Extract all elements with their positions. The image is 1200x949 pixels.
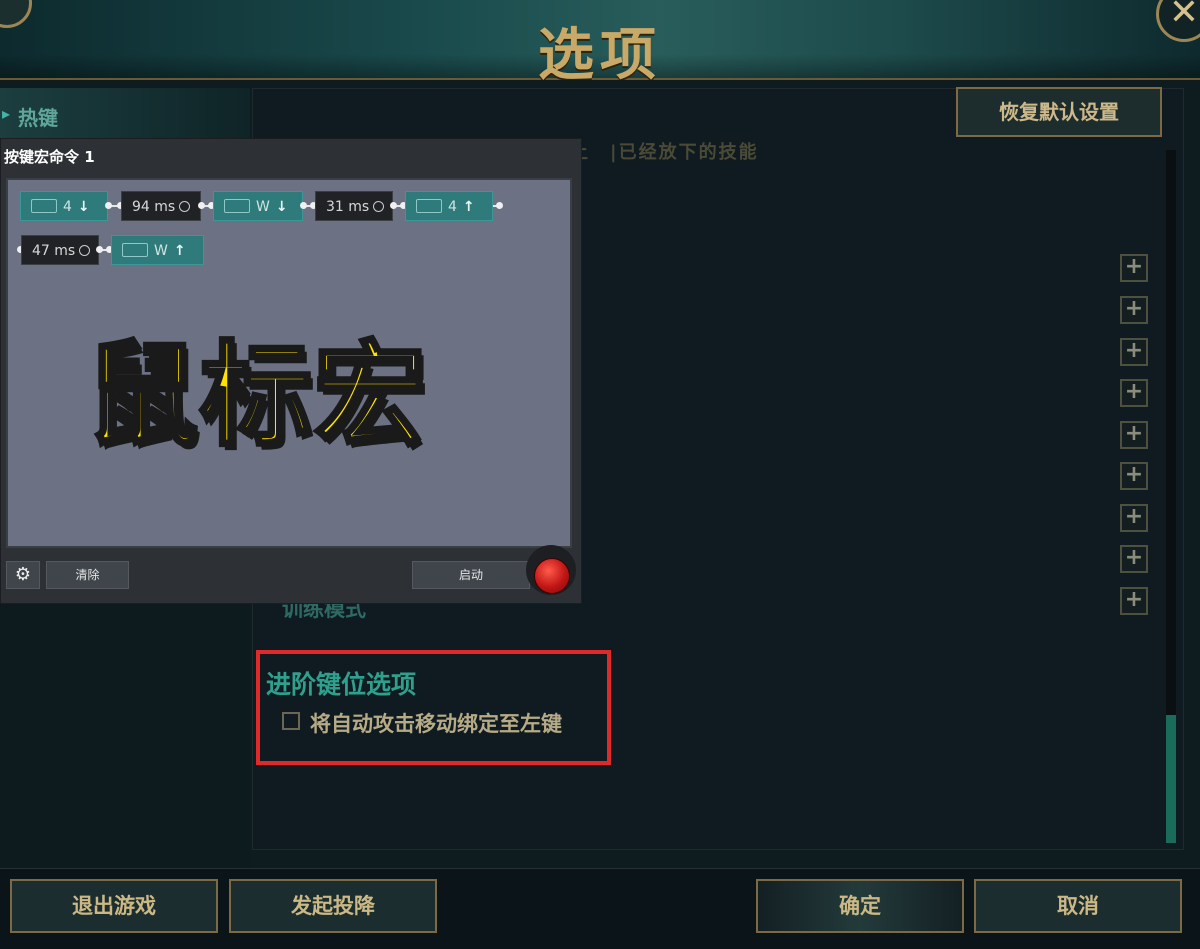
macro-connector-dot	[300, 202, 307, 209]
macro-step-key-down[interactable]: W ↓	[213, 191, 303, 221]
restore-defaults-button[interactable]: 恢复默认设置	[956, 87, 1162, 137]
start-button[interactable]: 启动	[412, 561, 530, 589]
add-keybind-button[interactable]: +	[1120, 379, 1148, 407]
macro-step-key-down[interactable]: 4 ↓	[20, 191, 108, 221]
arrow-down-icon: ↓	[275, 199, 288, 215]
macro-connector-dot	[390, 202, 397, 209]
macro-delay-value: 31 ms	[326, 199, 370, 215]
gear-icon[interactable]: ⚙	[6, 561, 40, 589]
sidebar-item-hotkeys[interactable]: ▸ 热键	[0, 88, 250, 142]
macro-step-key: W	[154, 243, 168, 259]
macro-step-delay[interactable]: 94 ms	[121, 191, 201, 221]
keyboard-icon	[416, 199, 442, 213]
macro-delay-value: 94 ms	[132, 199, 176, 215]
add-keybind-button[interactable]: +	[1120, 545, 1148, 573]
arrow-down-icon: ↓	[77, 199, 90, 215]
macro-step-delay[interactable]: 47 ms	[21, 235, 99, 265]
macro-step-key-up[interactable]: W ↑	[111, 235, 204, 265]
macro-connector-dot	[198, 202, 205, 209]
clock-icon	[79, 244, 91, 256]
exit-game-button[interactable]: 退出游戏	[10, 879, 218, 933]
add-keybind-button[interactable]: +	[1120, 254, 1148, 282]
clock-icon	[179, 200, 191, 212]
overlay-caption: 鼠标宏	[84, 329, 428, 463]
add-keybind-button[interactable]: +	[1120, 462, 1148, 490]
scrollbar-thumb[interactable]	[1166, 715, 1176, 843]
macro-step-delay[interactable]: 31 ms	[315, 191, 393, 221]
clear-button[interactable]: 清除	[46, 561, 129, 589]
macro-connector-dot	[496, 202, 503, 209]
clock-icon	[373, 200, 385, 212]
macro-connector-dot	[96, 246, 103, 253]
arrow-up-icon: ↑	[173, 243, 186, 259]
macro-title: 按键宏命令 1	[4, 148, 95, 166]
confirm-button[interactable]: 确定	[756, 879, 964, 933]
surrender-button[interactable]: 发起投降	[229, 879, 437, 933]
window-title: 选项	[538, 23, 662, 88]
chevron-right-icon: ▸	[2, 104, 11, 123]
attack-move-checkbox[interactable]	[282, 712, 300, 730]
advanced-keybind-title: 进阶键位选项	[266, 670, 417, 699]
keyboard-icon	[31, 199, 57, 213]
macro-delay-value: 47 ms	[32, 243, 76, 259]
keyboard-icon	[224, 199, 250, 213]
sidebar-item-label: 热键	[18, 106, 58, 130]
add-keybind-button[interactable]: +	[1120, 296, 1148, 324]
add-keybind-button[interactable]: +	[1120, 421, 1148, 449]
cancel-button[interactable]: 取消	[974, 879, 1182, 933]
macro-step-key: W	[256, 199, 270, 215]
arrow-up-icon: ↑	[462, 199, 475, 215]
macro-step-key: 4	[63, 199, 72, 215]
section-header-faded: 土 |已经放下的技能	[570, 142, 759, 163]
macro-step-key-up[interactable]: 4 ↑	[405, 191, 493, 221]
attack-move-checkbox-label[interactable]: 将自动攻击移动绑定至左键	[310, 708, 562, 738]
keyboard-icon	[122, 243, 148, 257]
add-keybind-button[interactable]: +	[1120, 504, 1148, 532]
macro-step-key: 4	[448, 199, 457, 215]
record-button[interactable]	[534, 558, 570, 594]
add-keybind-button[interactable]: +	[1120, 338, 1148, 366]
add-keybind-button[interactable]: +	[1120, 587, 1148, 615]
macro-connector-dot	[105, 202, 112, 209]
